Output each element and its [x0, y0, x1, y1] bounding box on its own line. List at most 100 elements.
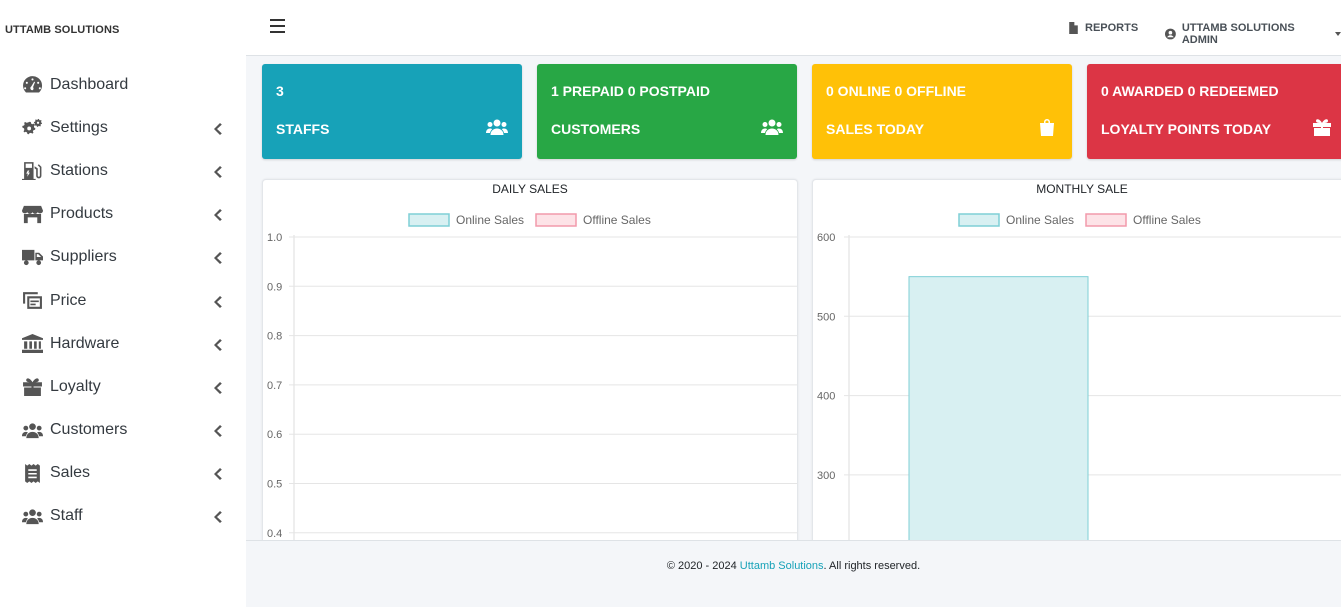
topbar: REPORTS UTTAMB SOLUTIONS ADMIN [246, 0, 1341, 56]
stat-card-sales-today[interactable]: 0 ONLINE 0 OFFLINE SALES TODAY [812, 64, 1072, 159]
y-tick-label: 0.7 [267, 380, 282, 392]
sidebar-item-label: Products [50, 205, 114, 223]
gift-icon [1311, 118, 1333, 136]
sidebar-item-sales[interactable]: Sales [0, 452, 246, 495]
monthly-sale-panel: MONTHLY SALE Online Sales Offline Sales 60… [812, 179, 1341, 540]
truck-icon [22, 247, 44, 267]
main-content: 3 STAFFS 1 PREPAID 0 POSTPAID CUSTOMERS 0 ON… [246, 56, 1341, 540]
y-tick-label: 0.9 [267, 281, 282, 293]
copyright-text: © 2020 - 2024 Uttamb Solutions. All righ… [246, 560, 1341, 572]
y-tick-label: 1.0 [267, 232, 282, 244]
user-label: UTTAMB SOLUTIONS ADMIN [1181, 22, 1295, 46]
sidebar-nav: Dashboard Settings Stations Products Supplie… [0, 63, 246, 538]
stat-value: 3 [276, 83, 284, 99]
y-tick-label: 600 [817, 232, 835, 244]
y-tick-label: 300 [817, 470, 835, 482]
sidebar-item-settings[interactable]: Settings [0, 106, 246, 149]
legend-label-online[interactable]: Online Sales [456, 213, 524, 227]
copyright-suffix: . All rights reserved. [823, 560, 921, 572]
user-circle-icon [1165, 28, 1176, 40]
stat-value: 0 AWARDED 0 REDEEMED [1101, 83, 1279, 99]
sidebar-item-price[interactable]: Price [0, 279, 246, 322]
sidebar-item-label: Dashboard [50, 75, 129, 93]
sidebar-item-label: Stations [50, 161, 108, 179]
y-tick-label: 0.5 [267, 479, 282, 491]
daily-sales-chart: Online Sales Offline Sales 1.0 0.9 0.8 0.7 0.6… [267, 213, 797, 540]
sidebar-item-dashboard[interactable]: Dashboard [0, 63, 246, 106]
sidebar-item-label: Loyalty [50, 377, 101, 395]
chevron-left-icon [213, 165, 222, 178]
sidebar-item-products[interactable]: Products [0, 193, 246, 236]
receipt-icon [22, 463, 44, 483]
gas-pump-icon [22, 161, 44, 181]
stat-card-customers[interactable]: 1 PREPAID 0 POSTPAID CUSTOMERS [537, 64, 797, 159]
chevron-left-icon [213, 122, 222, 135]
users-icon [486, 118, 508, 136]
sidebar-item-label: Price [50, 291, 87, 309]
gift-icon [22, 377, 44, 397]
legend-label-offline[interactable]: Offline Sales [1133, 213, 1201, 227]
footer: © 2020 - 2024 Uttamb Solutions. All righ… [246, 540, 1341, 607]
sidebar: UTTAMB SOLUTIONS Dashboard Settings Statio… [0, 0, 246, 607]
chevron-left-icon [213, 381, 222, 394]
sidebar-item-suppliers[interactable]: Suppliers [0, 236, 246, 279]
chevron-left-icon [213, 467, 222, 481]
stat-value: 0 ONLINE 0 OFFLINE [826, 83, 967, 99]
chevron-left-icon [213, 424, 222, 438]
y-tick-label: 0.8 [267, 331, 282, 343]
user-menu-dropdown[interactable]: UTTAMB SOLUTIONS ADMIN [1165, 22, 1341, 46]
sidebar-item-loyalty[interactable]: Loyalty [0, 365, 246, 408]
legend-swatch-offline[interactable] [535, 213, 577, 227]
stat-card-loyalty-points-today[interactable]: 0 AWARDED 0 REDEEMED LOYALTY POINTS TODAY [1087, 64, 1341, 159]
y-tick-label: 0.4 [267, 528, 282, 540]
sidebar-item-label: Sales [50, 464, 91, 482]
price-tag-icon [22, 291, 44, 311]
legend-swatch-offline[interactable] [1085, 213, 1127, 227]
company-link[interactable]: Uttamb Solutions [740, 560, 824, 572]
file-icon [1069, 22, 1078, 34]
store-icon [22, 204, 44, 224]
sidebar-item-stations[interactable]: Stations [0, 149, 246, 192]
tachometer-icon [22, 75, 44, 95]
y-tick-label: 500 [817, 311, 835, 323]
y-tick-label: 0.6 [267, 429, 282, 441]
caret-down-icon [1335, 32, 1341, 36]
users-icon [22, 506, 44, 526]
sidebar-item-staff[interactable]: Staff [0, 495, 246, 538]
stat-label: SALES TODAY [826, 121, 925, 137]
sidebar-item-label: Suppliers [50, 248, 117, 266]
reports-label: REPORTS [1085, 22, 1139, 34]
bar-online-sales[interactable] [908, 276, 1089, 540]
sidebar-item-label: Settings [50, 118, 108, 136]
chevron-left-icon [213, 338, 222, 351]
sidebar-item-customers[interactable]: Customers [0, 409, 246, 452]
sidebar-item-label: Staff [50, 507, 83, 525]
users-icon [761, 118, 783, 136]
chevron-left-icon [213, 295, 222, 308]
menu-toggle-button[interactable] [270, 19, 285, 33]
brand-logo[interactable]: UTTAMB SOLUTIONS [5, 24, 119, 36]
stat-label: LOYALTY POINTS TODAY [1101, 121, 1272, 137]
legend-label-offline[interactable]: Offline Sales [583, 213, 651, 227]
chevron-left-icon [213, 251, 222, 265]
stat-label: STAFFS [276, 121, 330, 137]
stat-label: CUSTOMERS [551, 121, 641, 137]
legend-label-online[interactable]: Online Sales [1006, 213, 1074, 227]
landmark-icon [22, 334, 44, 354]
legend-swatch-online[interactable] [408, 213, 450, 227]
chevron-left-icon [213, 208, 222, 222]
y-tick-label: 400 [817, 391, 835, 403]
chevron-left-icon [213, 510, 222, 524]
cogs-icon [22, 118, 44, 138]
daily-sales-panel: DAILY SALES Online Sales Offline Sales 1.0… [262, 179, 798, 540]
sidebar-item-label: Customers [50, 421, 128, 439]
monthly-sale-chart: Online Sales Offline Sales 600 500 400 300 [817, 213, 1341, 540]
sidebar-item-label: Hardware [50, 334, 120, 352]
sidebar-item-hardware[interactable]: Hardware [0, 322, 246, 365]
stat-card-staffs[interactable]: 3 STAFFS [262, 64, 522, 159]
shopping-bag-icon [1036, 118, 1058, 136]
legend-swatch-online[interactable] [958, 213, 1000, 227]
reports-link[interactable]: REPORTS [1068, 22, 1138, 34]
stat-value: 1 PREPAID 0 POSTPAID [551, 83, 710, 99]
copyright-prefix: © 2020 - 2024 [666, 560, 740, 572]
